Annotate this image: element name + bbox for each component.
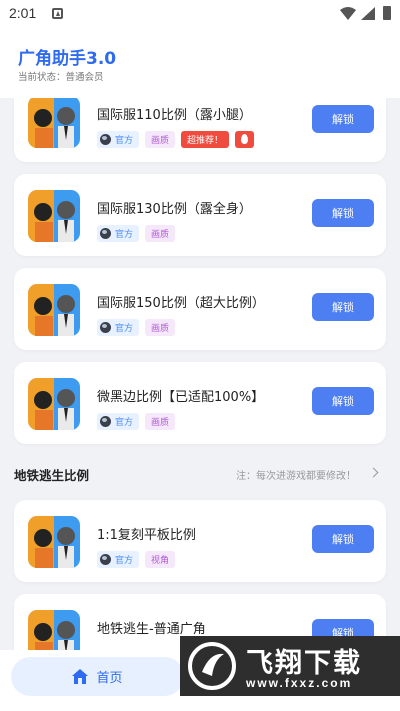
globe-icon xyxy=(100,228,111,239)
watermark-text: 飞翔下载 xyxy=(246,648,362,679)
game-icon xyxy=(28,190,80,242)
globe-icon xyxy=(100,134,111,145)
status-bar: 2:01 xyxy=(0,0,400,28)
ratio-title: 国际服150比例（超大比例） xyxy=(97,296,265,311)
nav-home-label: 首页 xyxy=(96,671,123,686)
ratio-title: 微黑边比例【已适配100%】 xyxy=(97,390,265,405)
app-header: 广角助手3.0 当前状态：普通会员 xyxy=(0,28,400,98)
type-tag: 画质 xyxy=(145,413,176,430)
watermark-logo-icon xyxy=(188,642,236,690)
watermark-url: www.fxxz.com xyxy=(246,676,353,690)
ratio-card: 1:1复刻平板比例 官方 视角 解锁 xyxy=(14,500,386,582)
signal-icon xyxy=(361,7,375,20)
ratio-card: 国际服130比例（露全身） 官方 画质 解锁 xyxy=(14,174,386,256)
ratio-title: 国际服110比例（露小腿） xyxy=(97,108,252,123)
wifi-icon xyxy=(340,7,356,20)
ratio-card: 微黑边比例【已适配100%】 官方 画质 解锁 xyxy=(14,362,386,444)
official-tag-label: 官方 xyxy=(115,324,134,334)
game-icon xyxy=(28,284,80,336)
status-time: 2:01 xyxy=(9,5,37,21)
official-tag: 官方 xyxy=(97,225,140,242)
app-title: 广角助手3.0 xyxy=(18,49,117,69)
official-tag: 官方 xyxy=(97,319,140,336)
official-tag: 官方 xyxy=(97,551,140,568)
tag-row: 官方 画质 超推荐！ xyxy=(97,131,255,148)
battery-icon xyxy=(383,6,391,20)
unlock-button[interactable]: 解锁 xyxy=(312,199,374,227)
game-icon xyxy=(28,98,80,148)
chevron-right-icon[interactable] xyxy=(368,467,379,478)
tag-row: 官方 视角 xyxy=(97,551,176,568)
official-tag-label: 官方 xyxy=(115,230,134,240)
unlock-button[interactable]: 解锁 xyxy=(312,525,374,553)
type-tag: 画质 xyxy=(145,319,176,336)
membership-status: 当前状态：普通会员 xyxy=(18,72,104,83)
official-tag-label: 官方 xyxy=(115,556,134,566)
ratio-title: 国际服130比例（露全身） xyxy=(97,202,252,217)
tag-row: 官方 画质 xyxy=(97,413,176,430)
official-tag: 官方 xyxy=(97,131,140,148)
globe-icon xyxy=(100,322,111,333)
type-tag: 画质 xyxy=(145,131,176,148)
ratio-card: 国际服110比例（露小腿） 官方 画质 超推荐！ 解锁 xyxy=(14,98,386,162)
home-icon xyxy=(72,669,89,684)
globe-icon xyxy=(100,554,111,565)
ratio-title: 1:1复刻平板比例 xyxy=(97,528,196,543)
type-tag: 视角 xyxy=(145,551,176,568)
official-tag-label: 官方 xyxy=(115,418,134,428)
official-tag-label: 官方 xyxy=(115,136,134,146)
unlock-button[interactable]: 解锁 xyxy=(312,293,374,321)
watermark: 飞翔下载 www.fxxz.com xyxy=(180,636,400,696)
game-icon xyxy=(28,516,80,568)
ratio-list[interactable]: 国际服110比例（露小腿） 官方 画质 超推荐！ 解锁 国际服130比例（露全身… xyxy=(0,98,400,658)
globe-icon xyxy=(100,416,111,427)
recommend-tag: 超推荐！ xyxy=(181,131,230,148)
tag-row: 官方 画质 xyxy=(97,225,176,242)
tag-row: 官方 画质 xyxy=(97,319,176,336)
nav-home-tab[interactable]: 首页 xyxy=(11,657,184,696)
notification-icon xyxy=(52,8,63,19)
unlock-button[interactable]: 解锁 xyxy=(312,105,374,133)
official-tag: 官方 xyxy=(97,413,140,430)
ratio-title: 地铁逃生-普通广角 xyxy=(97,622,206,637)
fire-icon xyxy=(235,131,255,148)
unlock-button[interactable]: 解锁 xyxy=(312,387,374,415)
game-icon xyxy=(28,378,80,430)
section-note[interactable]: 注：每次进游戏都要修改！ xyxy=(236,467,356,482)
type-tag: 画质 xyxy=(145,225,176,242)
section-title: 地铁逃生比例 xyxy=(14,468,90,483)
ratio-card: 国际服150比例（超大比例） 官方 画质 解锁 xyxy=(14,268,386,350)
